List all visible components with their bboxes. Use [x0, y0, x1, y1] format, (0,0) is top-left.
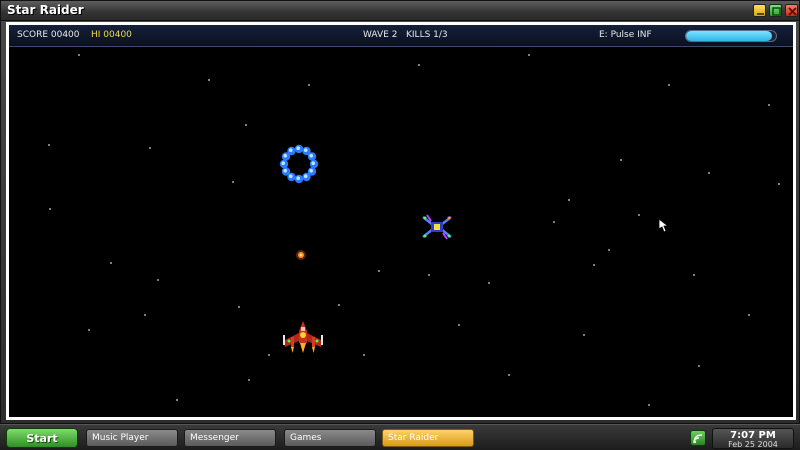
star: [149, 147, 151, 149]
orb-highlight: [296, 146, 300, 150]
star: [768, 104, 770, 106]
taskbar-item-star-raider[interactable]: Star Raider: [382, 429, 474, 447]
hi-score-display: HI 00400: [91, 30, 132, 40]
orb-highlight: [281, 161, 285, 165]
star: [708, 172, 710, 174]
orb-highlight: [311, 161, 315, 165]
taskbar-item-messenger[interactable]: Messenger: [184, 429, 276, 447]
star: [568, 199, 570, 201]
starfield: [48, 54, 780, 406]
start-label: Start: [26, 432, 58, 445]
star: [208, 79, 210, 81]
orb-highlight: [303, 148, 308, 153]
hud-bar: SCORE 00400 HI 00400 WAVE 2 KILLS 1/3 E:…: [9, 25, 793, 47]
taskbar: Start Music Player Messenger Games Star …: [0, 424, 800, 450]
orb-highlight: [288, 148, 293, 153]
star: [144, 314, 146, 316]
blue-orb-ring[interactable]: [279, 144, 319, 184]
space-field: [48, 54, 780, 406]
star: [363, 354, 365, 356]
star: [428, 274, 430, 276]
red-fighter-ship[interactable]: [283, 321, 323, 353]
orange-plasma-bullet: [296, 250, 306, 260]
orb-highlight: [309, 153, 313, 158]
hand-pointer-cursor: [658, 218, 670, 233]
close-button[interactable]: [785, 4, 798, 17]
star: [157, 279, 159, 281]
maximize-icon: [772, 7, 781, 16]
taskbar-item-music-player[interactable]: Music Player: [86, 429, 178, 447]
title-bar[interactable]: Star Raider: [1, 1, 799, 21]
game-window: Star Raider SCORE 00400 HI 00400 WAVE 2 …: [0, 0, 800, 424]
star: [248, 379, 250, 381]
star: [528, 54, 530, 56]
orb-highlight: [303, 174, 308, 178]
wave-kills-display: WAVE 2 KILLS 1/3: [363, 30, 448, 40]
star: [110, 262, 112, 264]
star: [78, 54, 80, 56]
star: [583, 334, 585, 336]
taskbar-item-label: Music Player: [92, 433, 149, 443]
star: [88, 329, 90, 331]
star: [308, 84, 310, 86]
star: [176, 399, 178, 401]
minimize-icon: [757, 13, 764, 15]
star: [458, 324, 460, 326]
orb-highlight: [283, 168, 288, 173]
network-icon[interactable]: [690, 430, 706, 446]
game-canvas[interactable]: SCORE 00400 HI 00400 WAVE 2 KILLS 1/3 E:…: [9, 25, 793, 417]
star: [778, 183, 780, 185]
star: [553, 221, 555, 223]
star: [245, 124, 247, 126]
star: [698, 365, 700, 367]
star: [48, 144, 50, 146]
taskbar-item-label: Star Raider: [388, 433, 439, 443]
taskbar-item-games[interactable]: Games: [284, 429, 376, 447]
star: [668, 84, 670, 86]
game-frame: SCORE 00400 HI 00400 WAVE 2 KILLS 1/3 E:…: [6, 22, 796, 420]
clock-date: Feb 25 2004: [728, 440, 778, 449]
star: [608, 249, 610, 251]
star: [238, 306, 240, 308]
star: [378, 270, 380, 272]
weapon-display: E: Pulse INF: [599, 30, 652, 40]
blue-alien-ship[interactable]: [422, 214, 452, 240]
star: [232, 181, 234, 183]
star: [418, 64, 420, 66]
star: [638, 214, 640, 216]
score-display: SCORE 00400: [17, 30, 80, 40]
star: [620, 159, 622, 161]
clock[interactable]: 7:07 PM Feb 25 2004: [712, 428, 794, 449]
minimize-button[interactable]: [753, 4, 766, 17]
star: [593, 264, 595, 266]
orb-highlight: [309, 168, 313, 173]
energy-bar: [685, 30, 777, 42]
taskbar-item-label: Games: [290, 433, 322, 443]
star: [338, 304, 340, 306]
maximize-button[interactable]: [769, 4, 782, 17]
star: [268, 354, 270, 356]
close-icon: [788, 7, 797, 16]
star: [508, 374, 510, 376]
start-button[interactable]: Start: [6, 428, 78, 448]
energy-bar-fill: [686, 31, 772, 41]
star: [488, 282, 490, 284]
star: [748, 314, 750, 316]
orb-highlight: [288, 174, 293, 178]
orb-highlight: [296, 176, 300, 180]
taskbar-item-label: Messenger: [190, 433, 239, 443]
signal-icon: [693, 434, 703, 444]
star: [693, 274, 695, 276]
star: [648, 404, 650, 406]
orb-highlight: [283, 153, 288, 158]
star: [49, 208, 51, 210]
window-title: Star Raider: [7, 3, 84, 17]
